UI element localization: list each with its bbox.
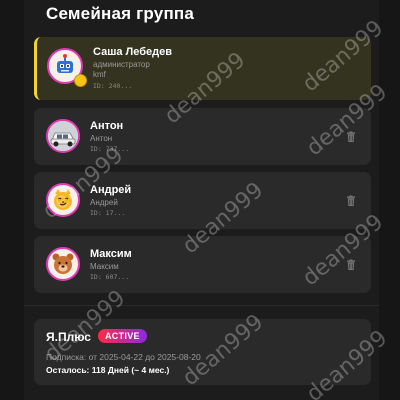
subscription-title: Я.Плюс (46, 330, 91, 344)
member-id: ID: 240... (93, 82, 133, 90)
subscription-remaining: Осталось: 118 Дней (~ 4 мес.) (46, 365, 170, 375)
trash-icon[interactable] (345, 259, 357, 271)
member-card[interactable]: Андрей Андрей ID: 17... (34, 172, 371, 229)
section-divider (24, 305, 379, 306)
member-subtitle: Максим (90, 262, 119, 271)
car-avatar-icon (46, 119, 80, 153)
member-id: ID: 607... (90, 273, 130, 281)
member-id: ID: 737... (90, 145, 130, 153)
member-subtitle: Антон (90, 134, 113, 143)
subscription-period: Подписка: от 2025-04-22 до 2025-08-20 (46, 352, 201, 362)
member-role: администратор (93, 60, 150, 69)
trash-icon[interactable] (345, 195, 357, 207)
member-name: Максим (90, 248, 132, 260)
page-title: Семейная группа (46, 4, 195, 23)
cat-avatar-icon (46, 183, 80, 217)
subscription-card: Я.Плюс ACTIVE Подписка: от 2025-04-22 до… (34, 319, 371, 385)
member-subtitle: Андрей (90, 198, 118, 207)
member-name: Антон (90, 120, 124, 132)
family-group-page: Семейная группа Саша Лебедев администрат… (0, 0, 400, 400)
bear-avatar-icon (46, 247, 80, 281)
member-name: Саша Лебедев (93, 46, 173, 58)
member-name: Андрей (90, 184, 132, 196)
member-login: kmf (93, 70, 106, 79)
status-badge: ACTIVE (98, 329, 147, 343)
trash-icon[interactable] (345, 131, 357, 143)
member-id: ID: 17... (90, 209, 126, 217)
member-card[interactable]: Максим Максим ID: 607... (34, 236, 371, 293)
plus-coin-icon (74, 74, 87, 87)
member-card[interactable]: Антон Антон ID: 737... (34, 108, 371, 165)
member-card-admin[interactable]: Саша Лебедев администратор kmf ID: 240..… (34, 37, 371, 100)
